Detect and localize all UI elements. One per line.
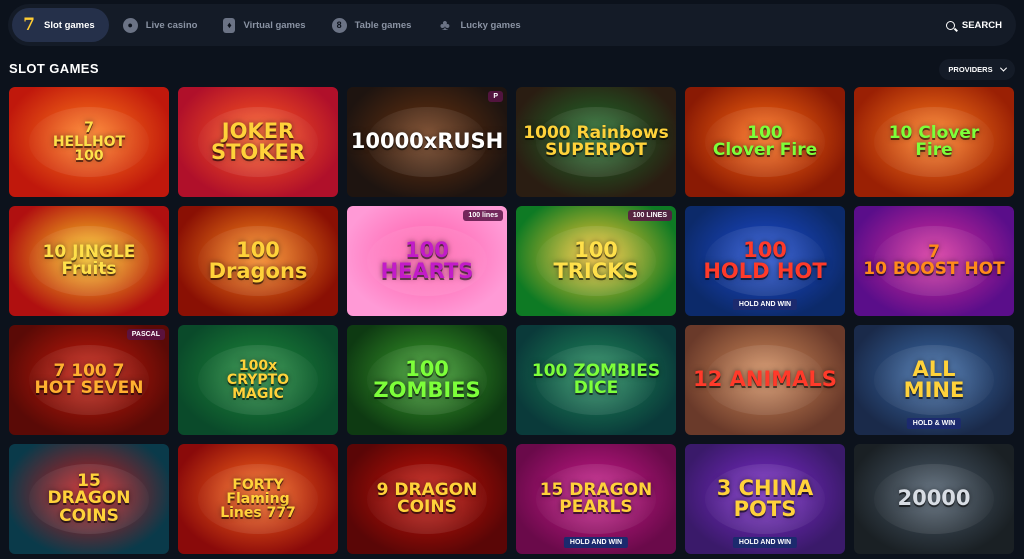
game-title: 100x CRYPTO MAGIC — [226, 357, 290, 403]
game-tag: HOLD AND WIN — [563, 537, 629, 548]
game-title: 10000xRUSH — [350, 129, 504, 154]
game-card[interactable]: 100 HOLD HOT HOLD AND WIN — [685, 206, 845, 316]
game-card[interactable]: 7 HELLHOT 100 — [9, 87, 169, 197]
clover-icon: ♣ — [440, 16, 450, 34]
category-nav: 7 Slot games ● Live casino ♦ Virtual gam… — [8, 4, 1016, 46]
game-card[interactable]: 10 JINGLE Fruits — [9, 206, 169, 316]
game-title: 100 ZOMBIES — [373, 356, 481, 402]
game-badge: PASCAL — [126, 329, 165, 340]
game-tag: HOLD AND WIN — [732, 537, 798, 548]
game-card[interactable]: 100 ZOMBIES DICE — [516, 325, 676, 435]
game-title: 3 CHINA POTS — [716, 475, 814, 521]
roulette-icon: ● — [122, 17, 138, 33]
game-title: 1000 Rainbows SUPERPOT — [523, 122, 669, 160]
game-title: 100 HEARTS — [380, 237, 474, 283]
game-card[interactable]: 7 10 BOOST HOT — [854, 206, 1014, 316]
game-title: 100 HOLD HOT — [703, 237, 827, 283]
game-card[interactable]: 100 HEARTS 100 lines — [347, 206, 507, 316]
game-title: 100 ZOMBIES DICE — [531, 360, 661, 398]
game-tag: HOLD & WIN — [906, 418, 962, 429]
game-title: 15 DRAGON COINS — [47, 471, 131, 526]
game-card[interactable]: 100 Clover Fire — [685, 87, 845, 197]
game-title: 15 DRAGON PEARLS — [539, 479, 653, 517]
game-card[interactable]: 10 Clover Fire — [854, 87, 1014, 197]
tab-label: Table games — [354, 19, 412, 31]
tab-label: Live casino — [145, 19, 198, 31]
tab-label: Lucky games — [460, 19, 521, 31]
game-title: ALL MINE — [903, 356, 965, 402]
game-title: 10 JINGLE Fruits — [42, 241, 136, 279]
game-card[interactable]: 20000 — [854, 444, 1014, 554]
tab-label: Slot games — [44, 19, 95, 31]
game-title: 100 Clover Fire — [712, 122, 818, 160]
game-tag: HOLD AND WIN — [732, 299, 798, 310]
game-title: 7 100 7 HOT SEVEN — [34, 360, 144, 398]
game-card[interactable]: 100 ZOMBIES — [347, 325, 507, 435]
search-button[interactable]: SEARCH — [945, 19, 1002, 31]
game-card[interactable]: 15 DRAGON PEARLS HOLD AND WIN — [516, 444, 676, 554]
game-title: 12 ANIMALS — [693, 367, 837, 392]
game-card[interactable]: 7 100 7 HOT SEVEN PASCAL — [9, 325, 169, 435]
eight-ball-icon: 8 — [331, 17, 347, 33]
game-card[interactable]: 100 Dragons — [178, 206, 338, 316]
tab-label: Virtual games — [243, 19, 306, 31]
chevron-down-icon — [999, 64, 1007, 72]
game-card[interactable]: JOKER STOKER — [178, 87, 338, 197]
tab-lucky-games[interactable]: ♣ Lucky games — [427, 8, 532, 42]
game-badge: 100 LINES — [627, 210, 672, 221]
game-grid: 7 HELLHOT 100 JOKER STOKER 10000xRUSH P 1000… — [9, 87, 1015, 554]
game-card[interactable]: 15 DRAGON COINS — [9, 444, 169, 554]
game-title: 7 HELLHOT 100 — [52, 119, 126, 165]
game-badge: P — [488, 91, 503, 102]
game-title: JOKER STOKER — [210, 118, 306, 164]
game-card[interactable]: ALL MINE HOLD & WIN — [854, 325, 1014, 435]
game-card[interactable]: 100 TRICKS 100 LINES — [516, 206, 676, 316]
game-title: 7 10 BOOST HOT — [863, 241, 1005, 279]
tab-table-games[interactable]: 8 Table games — [322, 8, 424, 42]
tab-virtual-games[interactable]: ♦ Virtual games — [213, 8, 317, 42]
tab-live-casino[interactable]: ● Live casino — [113, 8, 210, 42]
game-title: 9 DRAGON COINS — [376, 479, 478, 517]
game-title: 10 Clover Fire — [888, 122, 980, 160]
tab-slot-games[interactable]: 7 Slot games — [12, 8, 109, 42]
section-title: SLOT GAMES — [9, 61, 99, 76]
providers-label: PROVIDERS — [948, 65, 993, 74]
game-card[interactable]: 1000 Rainbows SUPERPOT — [516, 87, 676, 197]
game-card[interactable]: 12 ANIMALS — [685, 325, 845, 435]
game-title: 100 TRICKS — [553, 237, 639, 283]
game-title: 100 Dragons — [208, 237, 308, 283]
game-badge: 100 lines — [463, 210, 503, 221]
game-card[interactable]: 9 DRAGON COINS — [347, 444, 507, 554]
game-card[interactable]: 10000xRUSH P — [347, 87, 507, 197]
search-icon — [945, 20, 955, 30]
game-card[interactable]: 100x CRYPTO MAGIC — [178, 325, 338, 435]
search-label: SEARCH — [961, 19, 1002, 31]
game-card[interactable]: FORTY Flaming Lines 777 — [178, 444, 338, 554]
card-icon: ♦ — [223, 17, 236, 33]
game-title: FORTY Flaming Lines 777 — [220, 476, 296, 522]
game-title: 20000 — [897, 486, 971, 511]
game-card[interactable]: 3 CHINA POTS HOLD AND WIN — [685, 444, 845, 554]
providers-dropdown[interactable]: PROVIDERS — [939, 59, 1015, 80]
seven-icon: 7 — [23, 15, 35, 35]
